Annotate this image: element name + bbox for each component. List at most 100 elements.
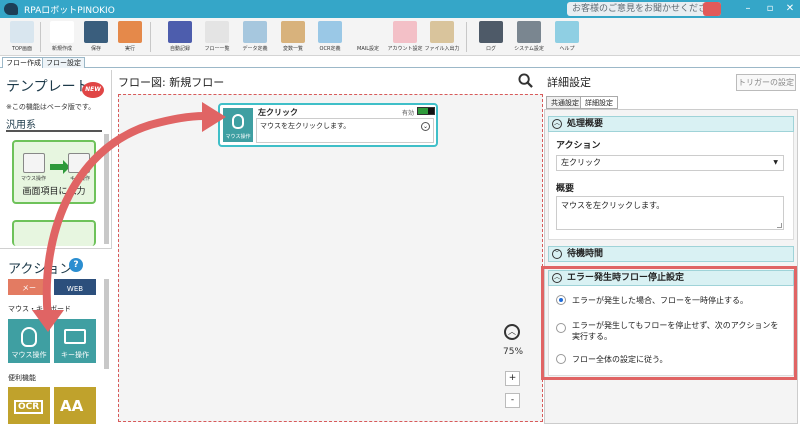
home-icon xyxy=(10,21,34,43)
toolbar-separator xyxy=(150,22,151,52)
summary-textarea[interactable]: マウスを左クリックします。 xyxy=(556,196,784,230)
arrow-right-icon xyxy=(50,160,70,174)
app-logo-icon xyxy=(4,3,18,15)
app-title: RPAロボットPINOKIO xyxy=(24,6,115,16)
tab-flow-create[interactable]: フロー作成 xyxy=(2,57,45,68)
action-tile-text[interactable]: AA xyxy=(54,387,96,424)
action-label: アクション xyxy=(556,141,601,151)
tab-detail-settings[interactable]: 詳細設定 xyxy=(580,96,618,109)
section-mouse-keyboard: マウス・キーボード xyxy=(8,305,71,313)
node-description: マウスを左クリックします。 xyxy=(260,122,351,130)
mail-settings-button[interactable]: MAIL設定 xyxy=(350,21,386,55)
node-title: 左クリック xyxy=(258,108,298,117)
feedback-button[interactable]: お客様のご意見をお聞かせください xyxy=(567,2,722,16)
flow-node-left-click[interactable]: マウス操作 左クリック 有効 マウスを左クリックします。 ⌄ xyxy=(218,103,438,147)
data-definition-button[interactable]: データ定義 xyxy=(237,21,273,55)
recording-icon xyxy=(168,21,192,43)
action-tile-web[interactable]: WEB xyxy=(54,279,96,295)
flow-list-button[interactable]: フロー一覧 xyxy=(199,21,235,55)
ocr-icon xyxy=(318,21,342,43)
actions-scrollbar[interactable] xyxy=(104,279,109,369)
zoom-in-button[interactable]: + xyxy=(505,371,520,386)
auto-record-button[interactable]: 自動記録 xyxy=(162,21,198,55)
actions-title: アクション xyxy=(8,262,73,277)
close-button[interactable]: ✕ xyxy=(782,2,798,16)
tab-common-settings[interactable]: 共通設定 xyxy=(546,96,584,109)
chevron-down-icon: ﹀ xyxy=(552,249,562,259)
key-caption: キー操作 xyxy=(70,176,91,182)
log-button[interactable]: ログ xyxy=(473,21,509,55)
action-tile-mail[interactable]: メー xyxy=(8,279,50,295)
action-select[interactable]: 左クリック ▼ xyxy=(556,155,784,171)
highlight-box xyxy=(541,266,797,380)
save-icon xyxy=(84,21,108,43)
template-card-label: 画面項目に入力 xyxy=(22,187,86,197)
zoom-out-button[interactable]: - xyxy=(505,393,520,408)
toolbar-separator xyxy=(466,22,467,52)
mouse-icon xyxy=(21,327,37,347)
account-settings-button[interactable]: アカウント設定 xyxy=(387,21,423,55)
trigger-settings-button[interactable]: トリガーの設定 xyxy=(736,74,796,91)
action-tile-mouse[interactable]: マウス操作 xyxy=(8,319,50,363)
action-tile-keyboard[interactable]: キー操作 xyxy=(54,319,96,363)
template-card-partial[interactable] xyxy=(12,220,96,246)
template-title: テンプレート xyxy=(6,79,90,95)
system-settings-button[interactable]: システム設定 xyxy=(511,21,547,55)
actions-section: アクション ? メー WEB マウス・キーボード マウス操作 キー操作 便利機能… xyxy=(0,248,112,424)
help-icon xyxy=(555,21,579,43)
category-divider xyxy=(6,130,102,132)
zoom-level: 75% xyxy=(503,347,524,357)
beta-note: ※この機能はベータ版です。 xyxy=(6,103,96,111)
mouse-icon: マウス操作 xyxy=(223,108,253,142)
node-description-box: マウスを左クリックします。 ⌄ xyxy=(256,118,434,143)
caret-down-icon: ▼ xyxy=(773,159,778,166)
toolbar-separator xyxy=(40,22,41,52)
data-definition-icon xyxy=(243,21,267,43)
section-utilities: 便利機能 xyxy=(8,374,36,382)
feedback-icon[interactable] xyxy=(703,2,721,16)
run-button[interactable]: 実行 xyxy=(112,21,148,55)
template-card-input[interactable]: マウス操作 キー操作 画面項目に入力 xyxy=(12,140,96,204)
title-bar: RPAロボットPINOKIO お客様のご意見をお聞かせください – ▫ ✕ xyxy=(0,0,800,18)
collapse-up-icon[interactable]: ︿ xyxy=(504,324,520,340)
top-screen-button[interactable]: TOP画面 xyxy=(4,21,40,55)
flow-list-icon xyxy=(205,21,229,43)
log-icon xyxy=(479,21,503,43)
chevron-up-icon: ︿ xyxy=(552,119,562,129)
mouse-caption: マウス操作 xyxy=(21,176,47,182)
save-button[interactable]: 保存 xyxy=(78,21,114,55)
category-label: 汎用系 xyxy=(6,120,36,131)
action-tile-ocr[interactable]: OCR xyxy=(8,387,50,424)
resize-handle-icon[interactable] xyxy=(777,223,782,228)
summary-label: 概要 xyxy=(556,184,575,194)
variables-icon xyxy=(281,21,305,43)
node-enabled-toggle[interactable] xyxy=(417,107,435,115)
keyboard-icon xyxy=(68,153,90,173)
ocr-definition-button[interactable]: OCR定義 xyxy=(312,21,348,55)
section-overview-header[interactable]: ︿ 処理概要 xyxy=(548,116,794,132)
new-file-icon xyxy=(50,21,74,43)
file-io-icon xyxy=(430,21,454,43)
file-io-button[interactable]: ファイル入出力 xyxy=(424,21,460,55)
search-icon[interactable] xyxy=(518,73,533,88)
minimize-button[interactable]: – xyxy=(740,2,756,16)
node-enabled-label: 有効 xyxy=(402,110,415,117)
help-icon[interactable]: ? xyxy=(69,258,83,272)
section-wait-header[interactable]: ﹀ 待機時間 xyxy=(548,246,794,262)
mouse-icon xyxy=(23,153,45,173)
account-icon xyxy=(393,21,417,43)
keyboard-icon xyxy=(64,329,86,344)
chevron-down-icon[interactable]: ⌄ xyxy=(421,122,430,131)
maximize-button[interactable]: ▫ xyxy=(762,2,778,16)
new-flow-button[interactable]: 新規作成 xyxy=(44,21,80,55)
template-scrollbar[interactable] xyxy=(104,134,109,244)
mail-icon xyxy=(356,21,380,43)
help-button[interactable]: ヘルプ xyxy=(549,21,585,55)
detail-title: 詳細設定 xyxy=(547,76,591,89)
main-tab-row: フロー作成 フロー設定 xyxy=(0,56,800,68)
toolbar: TOP画面 新規作成 保存 実行 自動記録 フロー一覧 データ定義 変数一覧 O… xyxy=(0,18,800,56)
tab-flow-settings[interactable]: フロー設定 xyxy=(42,57,85,68)
left-panel: テンプレート NEW ※この機能はベータ版です。 汎用系 マウス操作 キー操作 … xyxy=(0,70,112,424)
gear-icon xyxy=(517,21,541,43)
variables-button[interactable]: 変数一覧 xyxy=(275,21,311,55)
